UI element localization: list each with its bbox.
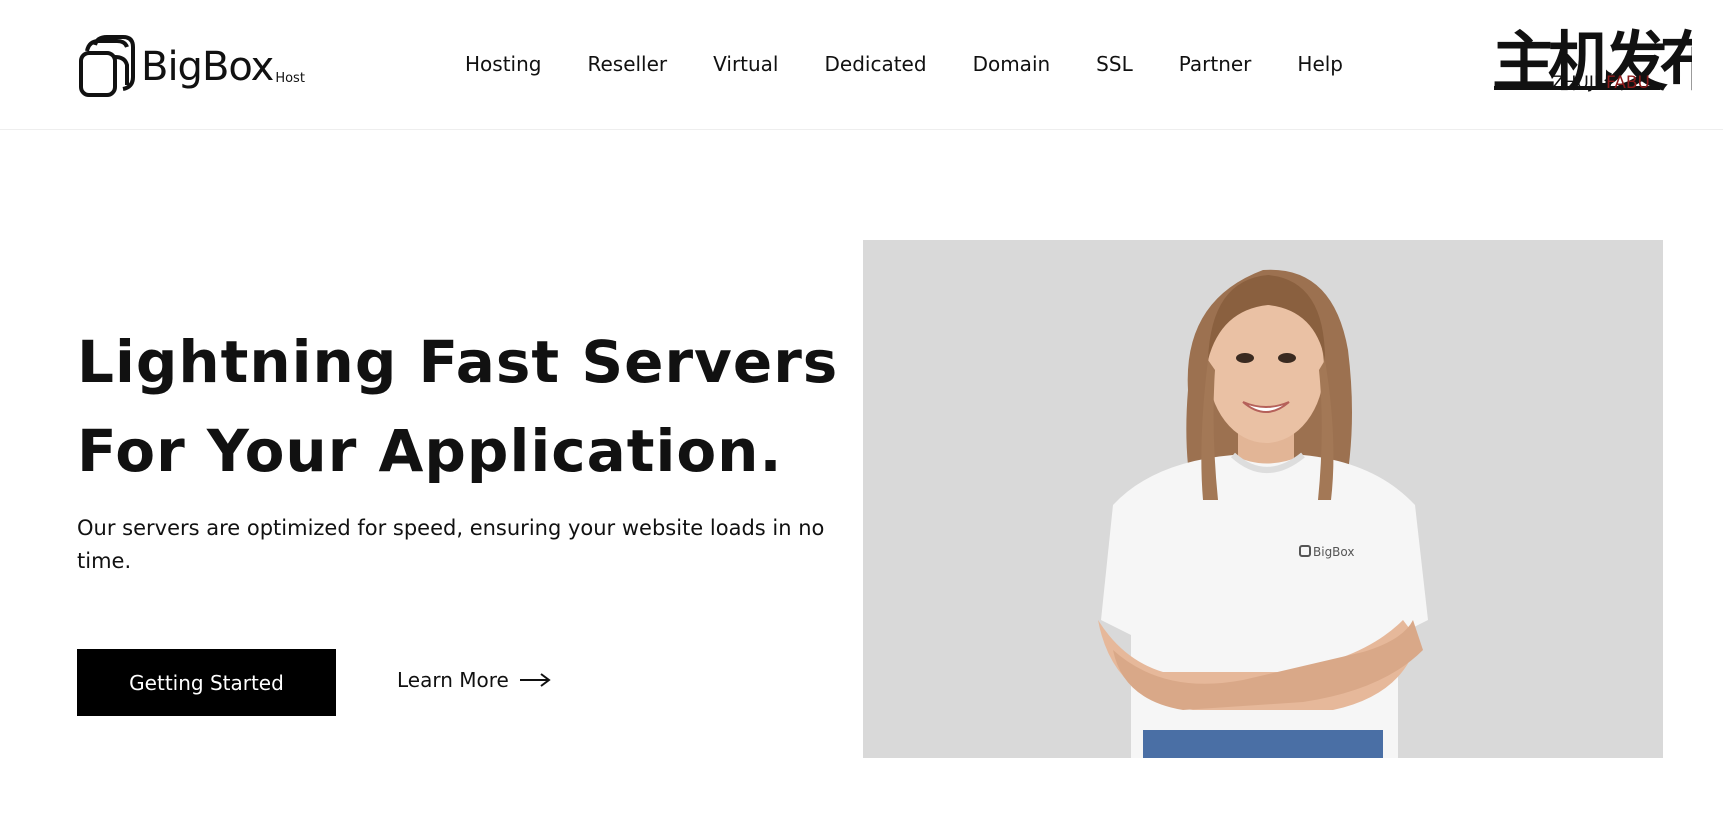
learn-more-label: Learn More [397, 668, 509, 692]
brand-sub: Host [275, 70, 305, 86]
nav-virtual[interactable]: Virtual [713, 52, 778, 76]
learn-more-link[interactable]: Learn More [397, 668, 551, 692]
person-illustration: BigBox [1098, 269, 1428, 758]
brand-logo[interactable]: BigBox Host [77, 32, 305, 102]
nav-ssl[interactable]: SSL [1096, 52, 1133, 76]
nav-partner[interactable]: Partner [1179, 52, 1252, 76]
nav-hosting[interactable]: Hosting [465, 52, 541, 76]
hero-description: Our servers are optimized for speed, ens… [77, 516, 825, 573]
site-header: BigBox Host Hosting Reseller Virtual Ded… [0, 0, 1723, 130]
getting-started-button[interactable]: Getting Started [77, 649, 336, 716]
nav-domain[interactable]: Domain [973, 52, 1051, 76]
main-nav: Hosting Reseller Virtual Dedicated Domai… [465, 52, 1343, 76]
watermark-logo: 主机发布 ZHUJI FABU [1492, 26, 1692, 98]
hero-title-line-2: For Your Application. [77, 417, 783, 485]
box-logo-icon [79, 35, 135, 97]
watermark-latin-right: FABU [1606, 73, 1650, 93]
nav-reseller[interactable]: Reseller [587, 52, 667, 76]
arrow-right-icon [519, 673, 551, 687]
hero-image: BigBox [863, 240, 1663, 758]
hero-title: Lightning Fast Servers For Your Applicat… [77, 318, 838, 496]
shirt-logo-text: BigBox [1313, 545, 1355, 559]
nav-help[interactable]: Help [1297, 52, 1343, 76]
watermark-latin-left: ZHUJI [1552, 73, 1599, 93]
nav-dedicated[interactable]: Dedicated [825, 52, 927, 76]
hero-title-line-1: Lightning Fast Servers [77, 328, 839, 396]
brand-name: BigBox [141, 44, 274, 90]
